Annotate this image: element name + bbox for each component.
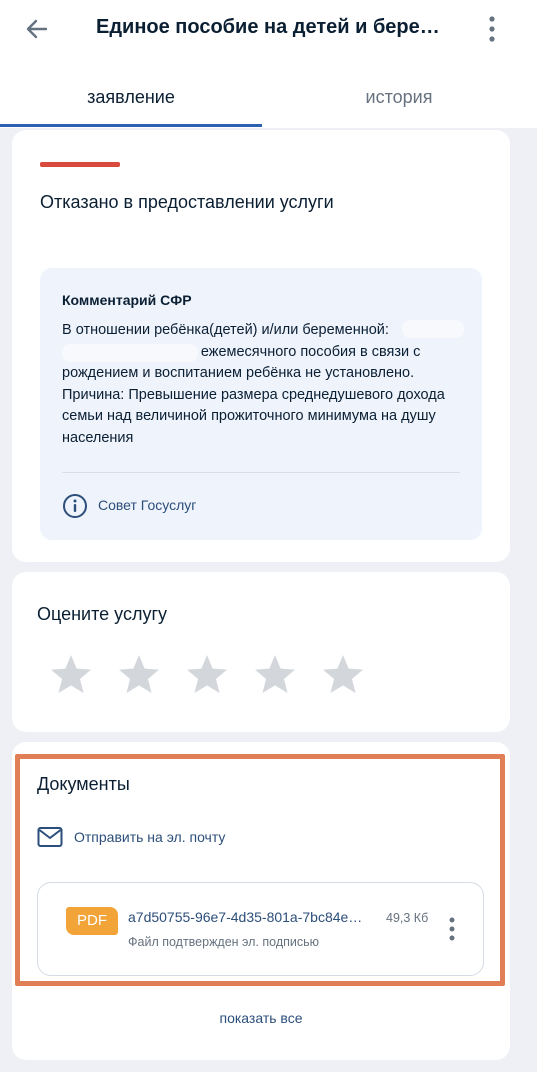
show-all-link[interactable]: показать все bbox=[12, 1010, 510, 1026]
tab-application[interactable]: заявление bbox=[0, 72, 262, 128]
divider bbox=[62, 472, 460, 473]
star-2-icon[interactable] bbox=[116, 652, 162, 698]
info-icon bbox=[62, 493, 88, 519]
star-3-icon[interactable] bbox=[184, 652, 230, 698]
more-vertical-icon bbox=[489, 16, 495, 42]
redacted-name bbox=[402, 320, 464, 338]
arrow-left-icon bbox=[26, 19, 48, 39]
file-more-button[interactable] bbox=[444, 915, 460, 943]
documents-title: Документы bbox=[37, 774, 130, 794]
status-color-bar bbox=[40, 162, 120, 167]
comment-title: Комментарий СФР bbox=[62, 292, 192, 308]
status-card: Отказано в предоставлении услуги Коммент… bbox=[12, 130, 510, 562]
documents-card: Документы Отправить на эл. почту PDF a7d… bbox=[12, 742, 510, 1060]
file-signature-note: Файл подтвержден эл. подписью bbox=[128, 935, 320, 949]
rating-title: Оцените услугу bbox=[37, 604, 168, 624]
screen: Единое пособие на детей и бере… заявлени… bbox=[0, 0, 537, 1072]
rating-card: Оцените услугу bbox=[12, 572, 510, 732]
star-1-icon[interactable] bbox=[48, 652, 94, 698]
star-5-icon[interactable] bbox=[320, 652, 366, 698]
page-title: Единое пособие на детей и бере… bbox=[96, 16, 440, 38]
tip-label: Совет Госуслуг bbox=[98, 497, 197, 513]
tab-bar: заявление история bbox=[0, 72, 537, 128]
comment-text: В отношении ребёнка(детей) и/или беремен… bbox=[62, 320, 466, 449]
comment-body: В отношении ребёнка(детей) и/или беремен… bbox=[62, 322, 445, 446]
mail-icon bbox=[37, 826, 63, 848]
back-button[interactable] bbox=[22, 14, 52, 44]
status-title: Отказано в предоставлении услуги bbox=[40, 192, 334, 212]
redacted-name-2 bbox=[62, 344, 198, 362]
document-file-item[interactable]: PDF a7d50755-96e7-4d35-801a-7bc84e… 49,3… bbox=[37, 882, 484, 976]
more-menu-button[interactable] bbox=[480, 12, 504, 46]
app-bar: Единое пособие на детей и бере… заявлени… bbox=[0, 0, 537, 128]
active-tab-indicator bbox=[0, 124, 262, 127]
star-4-icon[interactable] bbox=[252, 652, 298, 698]
file-name: a7d50755-96e7-4d35-801a-7bc84e… bbox=[128, 909, 363, 925]
file-size: 49,3 Кб bbox=[386, 911, 429, 925]
comment-box: Комментарий СФР В отношении ребёнка(дете… bbox=[40, 268, 482, 540]
send-email-label: Отправить на эл. почту bbox=[74, 829, 226, 845]
pdf-file-icon: PDF bbox=[66, 907, 118, 935]
tab-history[interactable]: история bbox=[268, 72, 530, 128]
more-vertical-icon bbox=[449, 917, 455, 941]
star-rating bbox=[48, 652, 388, 698]
